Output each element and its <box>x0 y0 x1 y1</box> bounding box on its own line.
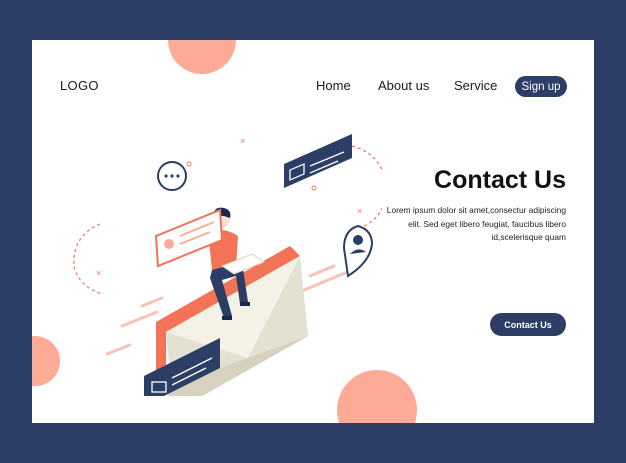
contact-illustration: × × × <box>73 134 382 396</box>
nav-home[interactable]: Home <box>316 78 351 93</box>
description-text: Lorem ipsum dolor sit amet,consectur adi… <box>386 205 566 242</box>
decor-dot <box>311 185 317 191</box>
mail-card-icon <box>284 134 352 188</box>
page-title: Contact Us <box>434 166 566 194</box>
nav-service[interactable]: Service <box>454 78 497 93</box>
chat-bubble-icon <box>157 161 187 191</box>
landing-page: LOGO Home About us Service Sign up Conta… <box>32 40 594 423</box>
decor-cross: × <box>357 206 362 216</box>
location-pin-icon <box>342 224 374 278</box>
logo[interactable]: LOGO <box>60 78 99 93</box>
decor-cross: × <box>96 268 101 278</box>
sign-up-button[interactable]: Sign up <box>515 76 567 97</box>
decor-circle-top <box>168 40 236 74</box>
nav-about-us[interactable]: About us <box>378 78 429 93</box>
decor-arc-left <box>73 223 103 295</box>
decor-cross: × <box>240 136 245 146</box>
contact-us-button[interactable]: Contact Us <box>490 313 566 336</box>
decor-dot <box>186 161 192 167</box>
